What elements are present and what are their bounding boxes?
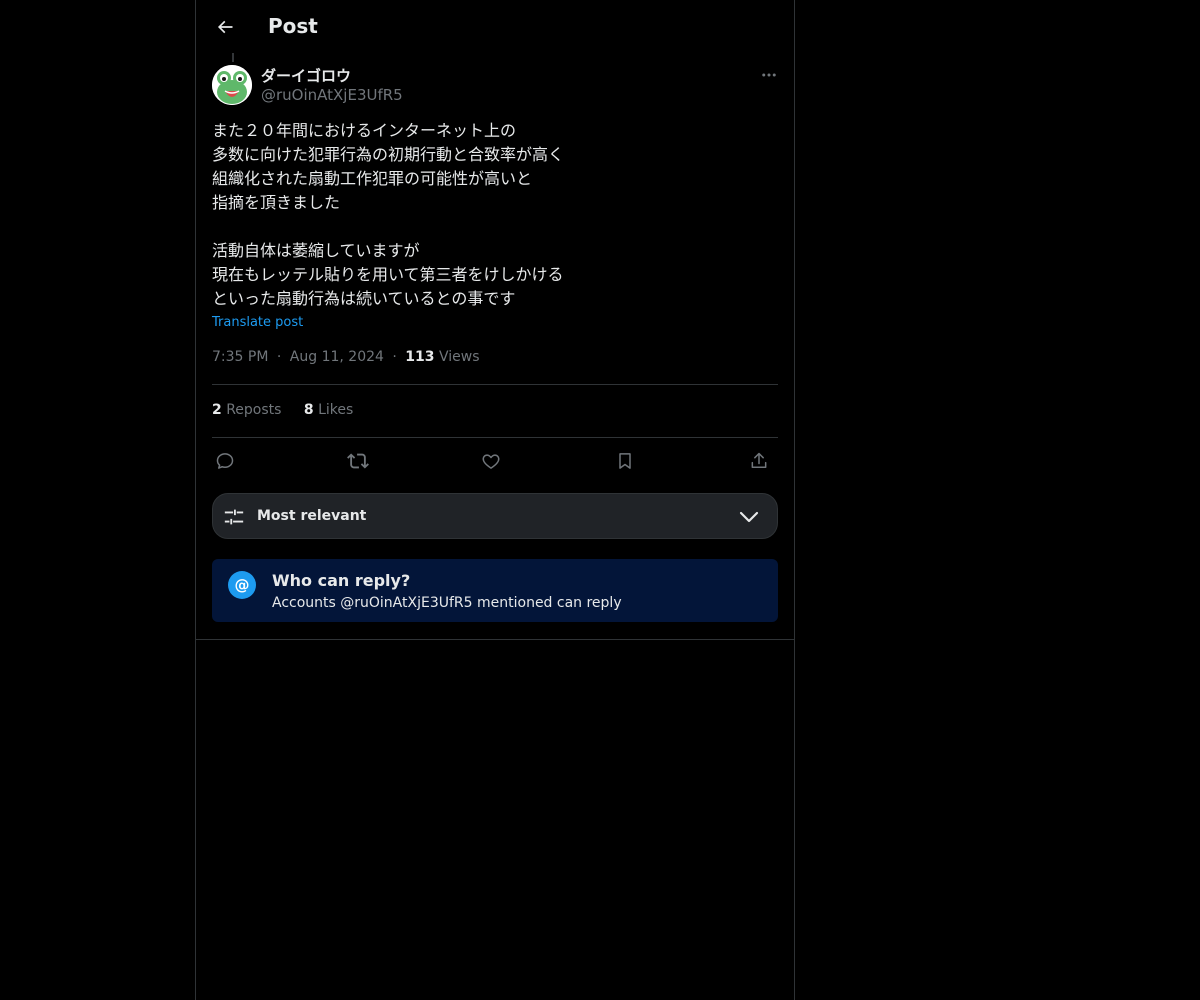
bookmark-icon bbox=[619, 453, 631, 469]
post-text-line bbox=[212, 215, 778, 239]
thread-connector-line bbox=[232, 53, 234, 62]
more-dots-icon bbox=[762, 73, 776, 77]
likes-count: 8 bbox=[303, 402, 314, 418]
views-count: 113 bbox=[405, 349, 435, 365]
share-icon bbox=[751, 452, 767, 468]
frog-avatar-image bbox=[212, 65, 252, 105]
repost-icon bbox=[347, 453, 369, 469]
post-text: また２０年間におけるインターネット上の 多数に向けた犯罪行為の初期行動と合致率が… bbox=[212, 119, 778, 311]
bookmark-button[interactable] bbox=[612, 448, 638, 474]
sliders-icon bbox=[224, 509, 244, 525]
views-label: Views bbox=[438, 349, 480, 365]
reposts-count: 2 bbox=[212, 402, 222, 418]
post-metadata: 7:35 PM · Aug 11, 2024 · 113 Views bbox=[212, 349, 480, 365]
author-display-name[interactable]: ダーイゴロウ bbox=[261, 65, 351, 86]
main-column: Post ダーイゴロウ @ruOinAtXjE3UfR5 また２０年間におけるイ… bbox=[195, 0, 795, 1000]
post-text-line: 活動自体は萎縮していますが bbox=[212, 241, 420, 260]
reply-icon bbox=[216, 453, 234, 469]
post-text-line: 現在もレッテル貼りを用いて第三者をけしかける bbox=[212, 265, 564, 284]
reposts-stat[interactable]: 2 Reposts bbox=[212, 402, 281, 418]
meta-separator: · bbox=[392, 349, 397, 365]
page-title: Post bbox=[268, 14, 318, 38]
reply-restriction-subtitle: Accounts @ruOinAtXjE3UfR5 mentioned can … bbox=[272, 595, 622, 611]
likes-label: Likes bbox=[318, 402, 354, 418]
divider bbox=[212, 384, 778, 385]
meta-separator: · bbox=[276, 349, 282, 365]
reply-restriction-notice: @ Who can reply? Accounts @ruOinAtXjE3Uf… bbox=[212, 559, 778, 622]
reply-sort-dropdown[interactable]: Most relevant bbox=[212, 493, 778, 539]
page-header: Post bbox=[196, 0, 794, 53]
post-text-line: 多数に向けた犯罪行為の初期行動と合致率が高く bbox=[212, 145, 565, 164]
back-arrow-icon bbox=[217, 20, 233, 34]
reply-restriction-title: Who can reply? bbox=[272, 571, 411, 590]
divider bbox=[212, 437, 778, 438]
post-text-line: 組織化された扇動工作犯罪の可能性が高いと bbox=[212, 169, 533, 188]
repost-button[interactable] bbox=[345, 448, 371, 474]
likes-stat[interactable]: 8 Likes bbox=[304, 402, 353, 418]
action-bar bbox=[212, 448, 778, 474]
back-button[interactable] bbox=[208, 10, 242, 44]
author-handle[interactable]: @ruOinAtXjE3UfR5 bbox=[261, 86, 403, 104]
post-time[interactable]: 7:35 PM bbox=[212, 349, 268, 365]
post-date[interactable]: Aug 11, 2024 bbox=[290, 349, 384, 365]
heart-icon bbox=[482, 454, 500, 469]
translate-post-link[interactable]: Translate post bbox=[212, 315, 303, 330]
post-text-line: といった扇動行為は続いているとの事です bbox=[212, 289, 516, 308]
share-button[interactable] bbox=[746, 448, 772, 474]
more-options-button[interactable] bbox=[756, 62, 782, 88]
engagement-stats: 2 Reposts 8 Likes bbox=[212, 402, 371, 418]
like-button[interactable] bbox=[478, 448, 504, 474]
sort-label: Most relevant bbox=[257, 508, 367, 524]
reposts-label: Reposts bbox=[226, 402, 282, 418]
avatar[interactable] bbox=[212, 65, 252, 105]
at-icon: @ bbox=[228, 571, 256, 599]
reply-button[interactable] bbox=[212, 448, 238, 474]
post-text-line: また２０年間におけるインターネット上の bbox=[212, 121, 517, 140]
divider bbox=[196, 639, 794, 640]
chevron-down-icon bbox=[739, 511, 759, 523]
post-text-line: 指摘を頂きました bbox=[212, 193, 341, 212]
